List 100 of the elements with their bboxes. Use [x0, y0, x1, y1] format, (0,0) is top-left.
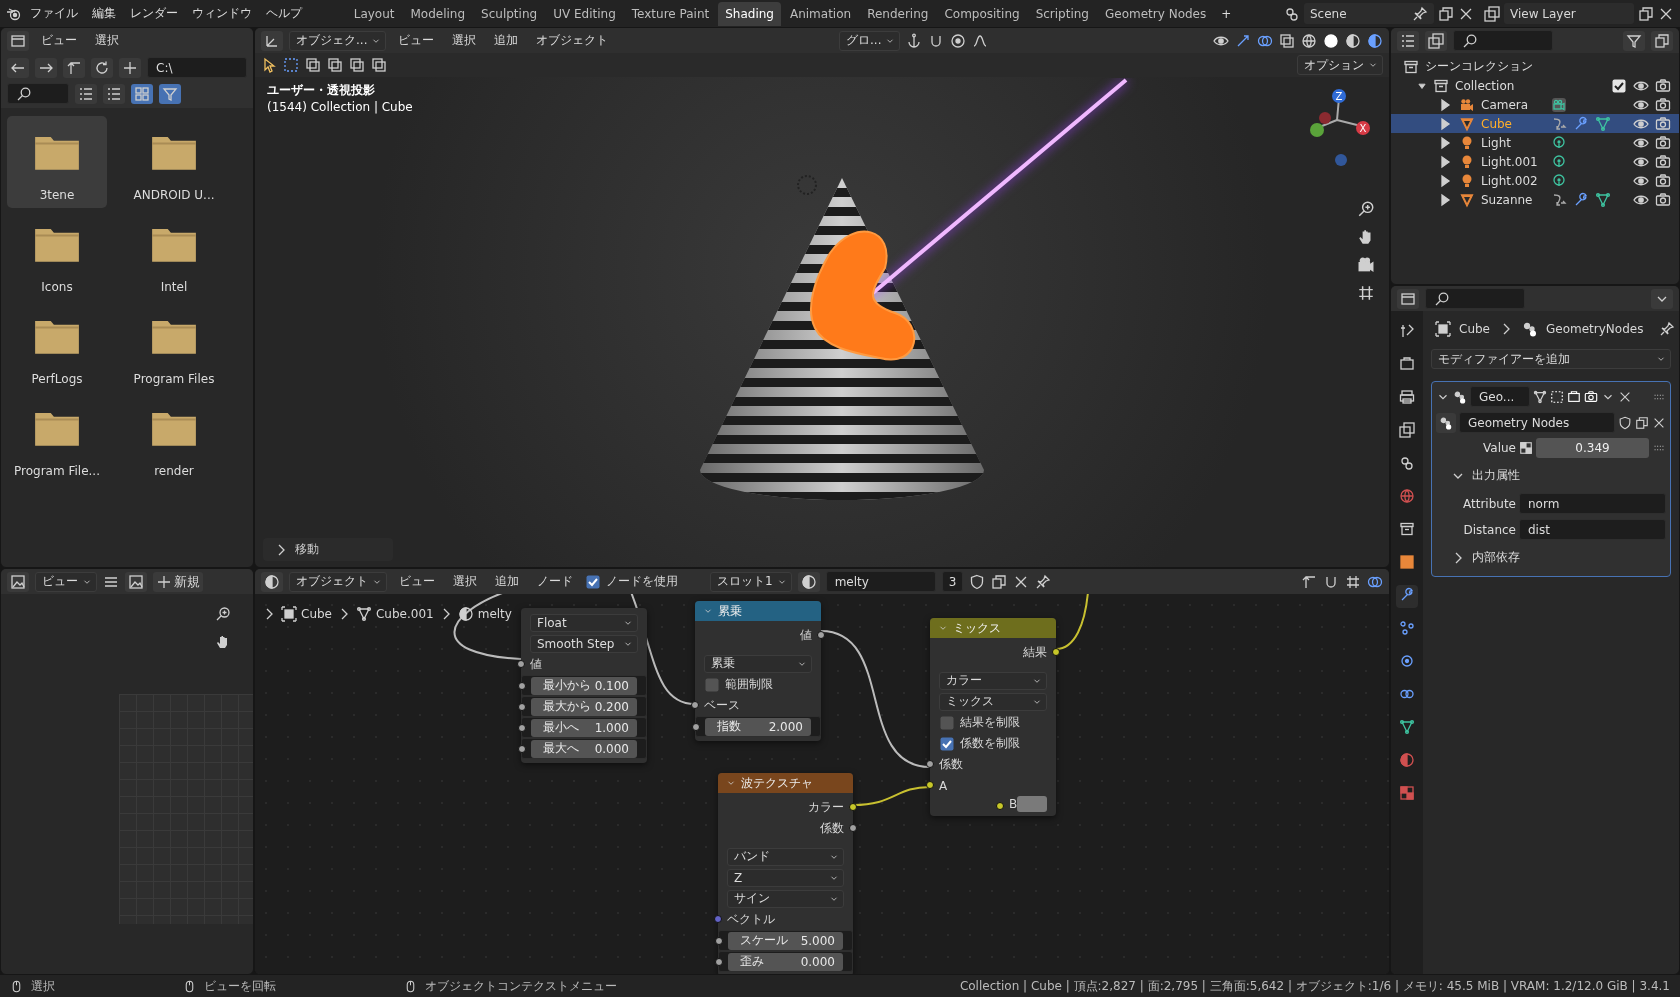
- mode-dropdown[interactable]: オブジェク...: [289, 30, 387, 51]
- socket-label: 係数: [939, 756, 963, 773]
- scene-selector[interactable]: Scene: [1304, 3, 1434, 24]
- text-field[interactable]: norm: [1519, 493, 1666, 514]
- node-dropdown[interactable]: Float: [530, 613, 638, 632]
- outliner-row[interactable]: Light.001: [1391, 152, 1679, 171]
- menu-item[interactable]: ビュー: [393, 570, 441, 593]
- breadcrumb-item[interactable]: Cube.001: [376, 607, 434, 621]
- view-layer-selector[interactable]: View Layer: [1504, 3, 1634, 24]
- section-header[interactable]: 内部依存: [1436, 545, 1666, 570]
- folder-item[interactable]: render: [113, 392, 235, 484]
- menu-item[interactable]: ヘルプ: [260, 2, 308, 25]
- workspace-tab[interactable]: UV Editing: [546, 1, 623, 26]
- add-workspace-button[interactable]: +: [1215, 3, 1238, 24]
- outliner-row[interactable]: Suzanne: [1391, 190, 1679, 209]
- workspace-tab[interactable]: Geometry Nodes: [1098, 1, 1214, 26]
- options-dropdown[interactable]: オプション: [1297, 55, 1383, 75]
- workspace-tab[interactable]: Animation: [782, 1, 859, 26]
- outliner-row[interactable]: Light: [1391, 133, 1679, 152]
- field-label: Attribute: [1462, 496, 1516, 511]
- breadcrumb-item[interactable]: GeometryNodes: [1546, 322, 1644, 336]
- view-name: ユーザー・透視投影: [267, 82, 376, 99]
- collection-name[interactable]: シーンコレクション: [1425, 58, 1533, 75]
- path-field[interactable]: C:\: [147, 57, 247, 78]
- node-checkbox[interactable]: 範囲制限: [704, 676, 773, 693]
- breadcrumb-item[interactable]: Cube: [301, 607, 332, 621]
- node-dropdown[interactable]: カラー: [939, 671, 1047, 690]
- socket-label: ベース: [704, 697, 740, 714]
- node-checkbox[interactable]: 係数を制限: [939, 735, 1020, 752]
- menu-item[interactable]: 選択: [447, 570, 483, 593]
- user-count[interactable]: 3: [941, 571, 964, 592]
- last-operation-panel[interactable]: 移動: [263, 538, 393, 561]
- menu-item[interactable]: 編集: [86, 2, 122, 25]
- node-dropdown[interactable]: バンド: [727, 847, 844, 866]
- field-label: Distance: [1462, 522, 1516, 537]
- new-image-button[interactable]: 新規: [153, 571, 203, 592]
- folder-name: PerfLogs: [31, 372, 83, 386]
- folder-item[interactable]: Icons: [7, 208, 107, 300]
- hint-text: ビューを回転: [204, 977, 276, 995]
- axis-gizmo-drawing[interactable]: Z X: [1310, 89, 1370, 166]
- menu-item[interactable]: 選択: [89, 29, 125, 52]
- collection-name[interactable]: Collection: [1455, 78, 1515, 93]
- folder-name: ANDROID U...: [133, 188, 215, 202]
- outliner-row[interactable]: Camera: [1391, 95, 1679, 114]
- workspace-tab[interactable]: Compositing: [937, 1, 1027, 26]
- node-dropdown[interactable]: Z: [727, 868, 844, 887]
- menu-item[interactable]: オブジェクト: [530, 29, 615, 52]
- folder-item[interactable]: ANDROID U...: [113, 116, 235, 208]
- workspace-tab[interactable]: Rendering: [860, 1, 936, 26]
- breadcrumb-item[interactable]: Cube: [1459, 322, 1490, 336]
- node-header[interactable]: ミックス: [930, 618, 1056, 638]
- mode-dropdown[interactable]: オブジェクト: [289, 571, 387, 592]
- menu-item[interactable]: ノード: [531, 570, 579, 593]
- text-field[interactable]: dist: [1519, 519, 1666, 540]
- add-modifier-dropdown[interactable]: モディファイアーを追加: [1431, 349, 1671, 369]
- node-group-field[interactable]: Geometry Nodes: [1459, 412, 1615, 433]
- workspace-tab[interactable]: Shading: [718, 1, 781, 26]
- slot-dropdown[interactable]: スロット1: [710, 571, 792, 592]
- outliner-row[interactable]: Light.002: [1391, 171, 1679, 190]
- node-dropdown[interactable]: ミックス: [939, 692, 1047, 711]
- menu-item[interactable]: ビュー: [35, 29, 83, 52]
- hint-text: 選択: [31, 977, 55, 995]
- folder-item[interactable]: 3tene: [7, 116, 107, 208]
- node-checkbox[interactable]: 結果を制限: [939, 714, 1020, 731]
- orientation-dropdown[interactable]: グロ...: [839, 30, 901, 51]
- view-dropdown[interactable]: ビュー: [35, 571, 97, 592]
- socket-label: 値: [800, 627, 812, 644]
- folder-item[interactable]: Program Files: [113, 300, 235, 392]
- material-name-field[interactable]: melty: [825, 571, 936, 592]
- folder-name: Program Files: [133, 372, 215, 386]
- menu-item[interactable]: 選択: [446, 29, 483, 52]
- breadcrumb-item[interactable]: melty: [477, 607, 512, 621]
- socket-label: 値: [530, 656, 542, 673]
- menu-item[interactable]: 追加: [488, 29, 525, 52]
- value-field[interactable]: 0.349: [1536, 438, 1649, 458]
- outliner-row[interactable]: Cube: [1391, 114, 1679, 133]
- scene-name: Scene: [1310, 6, 1347, 21]
- menu-item[interactable]: ビュー: [392, 29, 441, 52]
- workspace-tab[interactable]: Scripting: [1028, 1, 1096, 26]
- folder-item[interactable]: Program File...: [7, 392, 107, 484]
- section-header[interactable]: 出力属性: [1436, 463, 1666, 488]
- node-header[interactable]: 波テクスチャ: [718, 773, 853, 793]
- use-nodes-checkbox[interactable]: ノードを使用: [585, 573, 678, 590]
- workspace-tab[interactable]: Texture Paint: [624, 1, 717, 26]
- menu-item[interactable]: ファイル: [24, 2, 84, 25]
- node-dropdown[interactable]: サイン: [727, 889, 844, 908]
- folder-item[interactable]: Intel: [113, 208, 235, 300]
- socket-label: A: [939, 778, 948, 793]
- menu-item[interactable]: 追加: [489, 570, 525, 593]
- modifier-name-field[interactable]: Geo...: [1470, 386, 1530, 407]
- workspace-tab[interactable]: Modeling: [403, 1, 473, 26]
- folder-item[interactable]: PerfLogs: [7, 300, 107, 392]
- workspace-tab[interactable]: Layout: [346, 1, 402, 26]
- workspace-tab[interactable]: Sculpting: [474, 1, 545, 26]
- node-dropdown[interactable]: 累乗: [704, 654, 812, 673]
- view-layer-name: View Layer: [1510, 6, 1576, 21]
- menu-item[interactable]: レンダー: [124, 2, 184, 25]
- node-header[interactable]: 累乗: [695, 601, 821, 621]
- menu-item[interactable]: ウィンドウ: [186, 2, 258, 25]
- node-dropdown[interactable]: Smooth Step: [530, 634, 638, 653]
